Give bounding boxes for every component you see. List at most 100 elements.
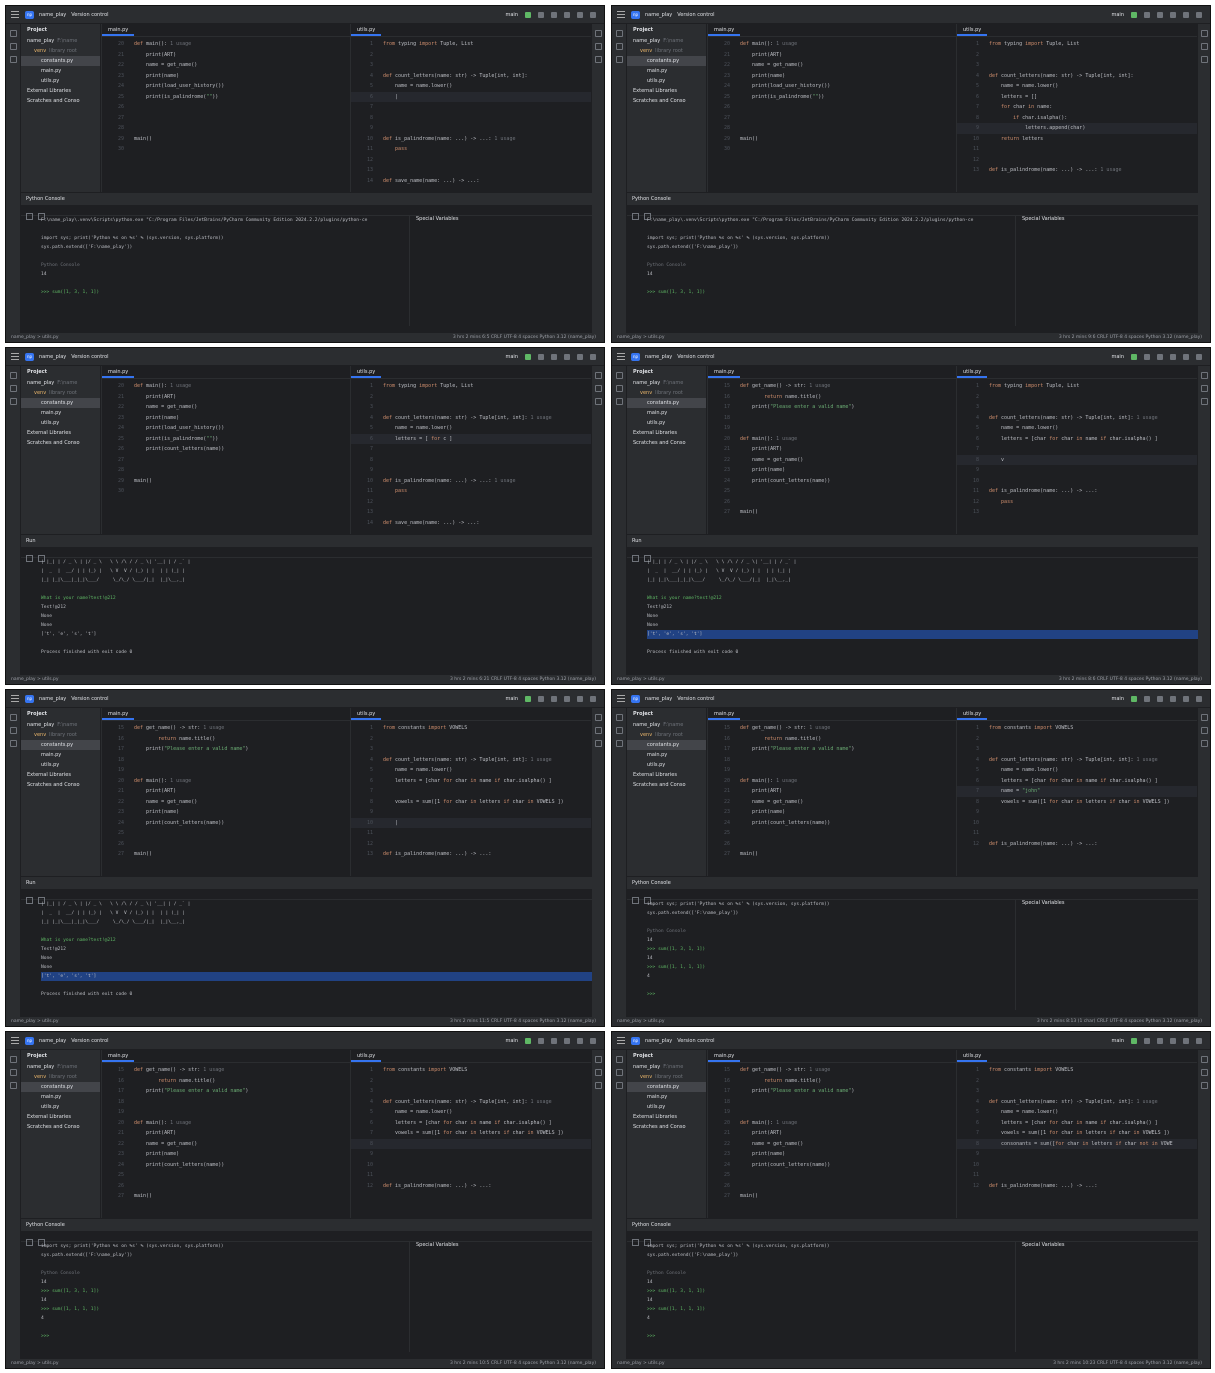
code-line[interactable]: 14 def save_name(name: ...) -> ...: <box>351 518 595 529</box>
structure-icon[interactable] <box>615 1069 623 1076</box>
more-tools-icon[interactable] <box>615 56 623 63</box>
code-line[interactable]: 25 print(is_palindrome("")) <box>102 92 350 103</box>
structure-icon[interactable] <box>615 727 623 734</box>
run-icon[interactable] <box>1131 11 1137 18</box>
tree-item[interactable]: utils.py <box>21 760 100 770</box>
code-line[interactable]: 28 <box>102 465 350 476</box>
code-line[interactable]: 9 <box>351 807 595 818</box>
code-utils[interactable]: 1 from typing import Tuple, List 2 3 4 def co… <box>957 37 1201 176</box>
search-icon[interactable] <box>1183 1037 1189 1044</box>
vcs-menu[interactable]: Version control <box>71 354 108 360</box>
special-variables-label[interactable]: Special Variables <box>1022 216 1064 222</box>
more-icon[interactable] <box>551 353 557 360</box>
code-line[interactable]: 12 <box>351 497 595 508</box>
tree-item[interactable]: utils.py <box>21 76 100 86</box>
structure-icon[interactable] <box>615 385 623 392</box>
code-line[interactable]: 3 <box>351 1086 595 1097</box>
code-utils[interactable]: 1 from typing import Tuple, List 2 3 4 def co… <box>351 379 595 528</box>
tree-item[interactable]: constants.py <box>21 1082 100 1092</box>
vcs-menu[interactable]: Version control <box>677 696 714 702</box>
code-line[interactable]: 25 print(is_palindrome("")) <box>708 92 956 103</box>
more-tools-icon[interactable] <box>615 1082 623 1089</box>
tree-item[interactable]: name_play F:\name <box>21 378 100 388</box>
code-line[interactable]: 4 def count_letters(name: str) -> Tuple[i… <box>957 413 1201 424</box>
tree-item[interactable]: utils.py <box>21 418 100 428</box>
code-line[interactable]: 8 vowels = sum([1 for char in letters if… <box>957 797 1201 808</box>
code-line[interactable]: 6 letters = [char for char in name if ch… <box>351 776 595 787</box>
project-name[interactable]: name_play <box>39 354 66 360</box>
status-info[interactable]: 3 hrs 2 mins 8:13 (1 char) CRLF UTF-8 4 … <box>1037 1019 1202 1024</box>
breadcrumb[interactable]: name_play > utils.py <box>11 677 59 682</box>
code-line[interactable]: 8 consonants = sum([for char in letters … <box>957 1138 1201 1149</box>
more-tools-icon[interactable] <box>615 398 623 405</box>
code-line[interactable]: 26 <box>102 1181 350 1192</box>
code-line[interactable]: 22 name = get_name() <box>102 60 350 71</box>
notifications-icon[interactable] <box>594 1056 602 1063</box>
code-line[interactable]: 3 <box>351 402 595 413</box>
code-line[interactable]: 20 def main(): 1 usage <box>102 381 350 392</box>
code-line[interactable]: 26 <box>708 839 956 850</box>
hamburger-menu-icon[interactable] <box>617 11 625 18</box>
project-name[interactable]: name_play <box>39 1038 66 1044</box>
code-line[interactable]: 22 name = get_name() <box>708 1139 956 1150</box>
tree-item[interactable]: main.py <box>21 408 100 418</box>
code-line[interactable]: 9 <box>351 1149 595 1160</box>
code-line[interactable]: 9 <box>957 465 1201 476</box>
debug-icon[interactable] <box>1144 695 1150 702</box>
code-line[interactable]: 3 <box>957 1086 1201 1097</box>
search-icon[interactable] <box>577 11 583 18</box>
tab-utils-py[interactable]: utils.py <box>957 1050 988 1062</box>
breadcrumb[interactable]: name_play > utils.py <box>11 335 59 340</box>
branch-selector[interactable]: main <box>1112 1038 1125 1044</box>
folder-icon[interactable] <box>615 714 623 721</box>
rerun-icon[interactable] <box>632 213 639 220</box>
code-line[interactable]: 5 name = name.lower() <box>351 81 595 92</box>
code-line[interactable]: 13 <box>351 507 595 518</box>
code-line[interactable]: 9 <box>351 465 595 476</box>
code-line[interactable]: 21 print(ART) <box>708 50 956 61</box>
code-line[interactable]: 21 print(ART) <box>708 1128 956 1139</box>
code-line[interactable]: 5 name = name.lower() <box>957 1107 1201 1118</box>
code-line[interactable]: 17 print("Please enter a valid name") <box>708 744 956 755</box>
breadcrumb[interactable]: name_play > utils.py <box>11 1361 59 1366</box>
vcs-menu[interactable]: Version control <box>71 696 108 702</box>
code-line[interactable]: 1 from typing import Tuple, List <box>351 381 595 392</box>
tree-item[interactable]: External Libraries <box>21 770 100 780</box>
gear-icon[interactable] <box>590 353 596 360</box>
code-line[interactable]: 10 def is_palindrome(name: ...) -> ...: 1… <box>351 476 595 487</box>
special-variables-label[interactable]: Special Variables <box>1022 900 1064 906</box>
code-line[interactable]: 8 v <box>957 454 1201 465</box>
user-icon[interactable] <box>564 695 570 702</box>
code-line[interactable]: 28 <box>708 123 956 134</box>
code-line[interactable]: 29 main() <box>708 134 956 145</box>
code-line[interactable]: 2 <box>351 392 595 403</box>
code-line[interactable]: 7 vowels = sum([1 for char in letters if… <box>351 1128 595 1139</box>
tree-item[interactable]: venv library root <box>21 730 100 740</box>
code-line[interactable]: 11 <box>957 1170 1201 1181</box>
project-panel-title[interactable]: Project <box>21 708 100 720</box>
code-line[interactable]: 19 <box>102 765 350 776</box>
code-line[interactable]: 6 | <box>351 91 595 102</box>
code-line[interactable]: 24 print(load_user_history()) <box>102 423 350 434</box>
more-tools-icon[interactable] <box>9 398 17 405</box>
bottom-panel-title[interactable]: Python Console <box>627 878 1198 889</box>
database-icon[interactable] <box>1200 1082 1208 1089</box>
code-line[interactable]: 2 <box>351 1076 595 1087</box>
project-panel-title[interactable]: Project <box>21 366 100 378</box>
project-name[interactable]: name_play <box>645 696 672 702</box>
code-line[interactable]: 22 name = get_name() <box>708 797 956 808</box>
code-line[interactable]: 2 <box>351 734 595 745</box>
code-utils[interactable]: 1 from constants import VOWELS 2 3 4 def coun… <box>351 721 595 860</box>
code-line[interactable]: 10 <box>957 476 1201 487</box>
hamburger-menu-icon[interactable] <box>11 1037 19 1044</box>
console-output[interactable]: | |_| | / _ \ | |/ _ \ \ \ /\ / / _ \| '… <box>21 558 592 657</box>
tree-item[interactable]: venv library root <box>21 1072 100 1082</box>
code-line[interactable]: 18 <box>708 755 956 766</box>
tab-main-py[interactable]: main.py <box>102 708 135 720</box>
vcs-menu[interactable]: Version control <box>71 12 108 18</box>
rerun-icon[interactable] <box>632 555 639 562</box>
folder-icon[interactable] <box>615 372 623 379</box>
hamburger-menu-icon[interactable] <box>11 11 19 18</box>
run-icon[interactable] <box>1131 1037 1137 1044</box>
status-info[interactable]: 3 hrs 2 mins 9:6 CRLF UTF-8 4 spaces Pyt… <box>1059 335 1202 340</box>
